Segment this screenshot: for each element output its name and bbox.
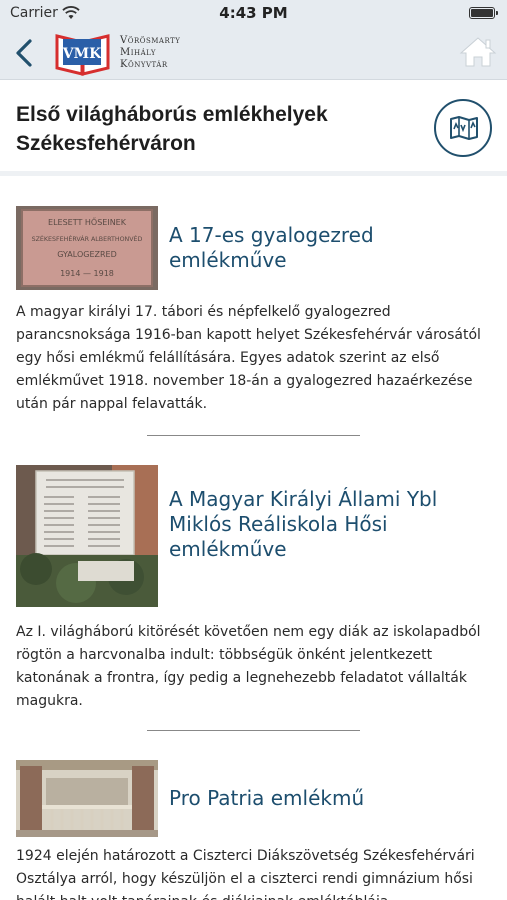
thumb-inscription: 1914 — 1918 <box>60 269 114 278</box>
map-icon <box>450 116 478 140</box>
library-logo: VMK <box>55 30 110 76</box>
chevron-left-icon <box>16 39 32 67</box>
navigation-bar: VMK Vörösmarty Mihály Könyvtár <box>0 26 507 80</box>
svg-text:VMK: VMK <box>62 46 102 62</box>
home-icon <box>459 37 497 67</box>
item-title[interactable]: Pro Patria emlékmű <box>169 786 489 811</box>
page-title: Első világháborús emlékhelyek Székesfehé… <box>16 103 328 155</box>
list-item[interactable]: A Magyar Királyi Állami Ybl Miklós Reáli… <box>0 436 507 731</box>
item-description: A magyar királyi 17. tábori és népfelkel… <box>16 304 481 412</box>
status-bar: Carrier 4:43 PM <box>0 0 507 26</box>
library-name-line: Könyvtár <box>120 59 168 70</box>
library-name-line: Vörösmarty <box>120 35 181 46</box>
battery-icon <box>469 7 498 19</box>
memorial-list: ELESETT HŐSEINEK SZÉKESFEHÉRVÁR ALBERTHO… <box>0 181 507 900</box>
home-button[interactable] <box>459 36 497 68</box>
item-title[interactable]: A Magyar Királyi Állami Ybl Miklós Reáli… <box>169 487 489 562</box>
page-header: Első világháborús emlékhelyek Székesfehé… <box>0 80 507 176</box>
thumb-inscription: ELESETT HŐSEINEK <box>48 217 127 227</box>
item-description: 1924 elején határozott a Ciszterci Diáks… <box>16 848 475 900</box>
thumb-inscription: GYALOGEZRED <box>57 250 117 259</box>
item-thumbnail: ELESETT HŐSEINEK SZÉKESFEHÉRVÁR ALBERTHO… <box>16 206 158 290</box>
item-description: Az I. világháború kitörését követően nem… <box>16 624 481 709</box>
clock: 4:43 PM <box>219 4 288 22</box>
library-name: Vörösmarty Mihály Könyvtár <box>120 35 180 71</box>
library-name-line: Mihály <box>120 47 156 58</box>
map-button[interactable] <box>434 99 492 157</box>
item-thumbnail <box>16 465 158 607</box>
item-title[interactable]: A 17-es gyalogezred emlékműve <box>169 223 489 273</box>
list-item[interactable]: Pro Patria emlékmű 1924 elején határozot… <box>0 731 507 900</box>
thumb-inscription: SZÉKESFEHÉRVÁR ALBERTHONVÉD <box>32 234 143 243</box>
list-item[interactable]: ELESETT HŐSEINEK SZÉKESFEHÉRVÁR ALBERTHO… <box>0 181 507 436</box>
back-button[interactable] <box>12 38 38 68</box>
item-thumbnail <box>16 760 158 837</box>
